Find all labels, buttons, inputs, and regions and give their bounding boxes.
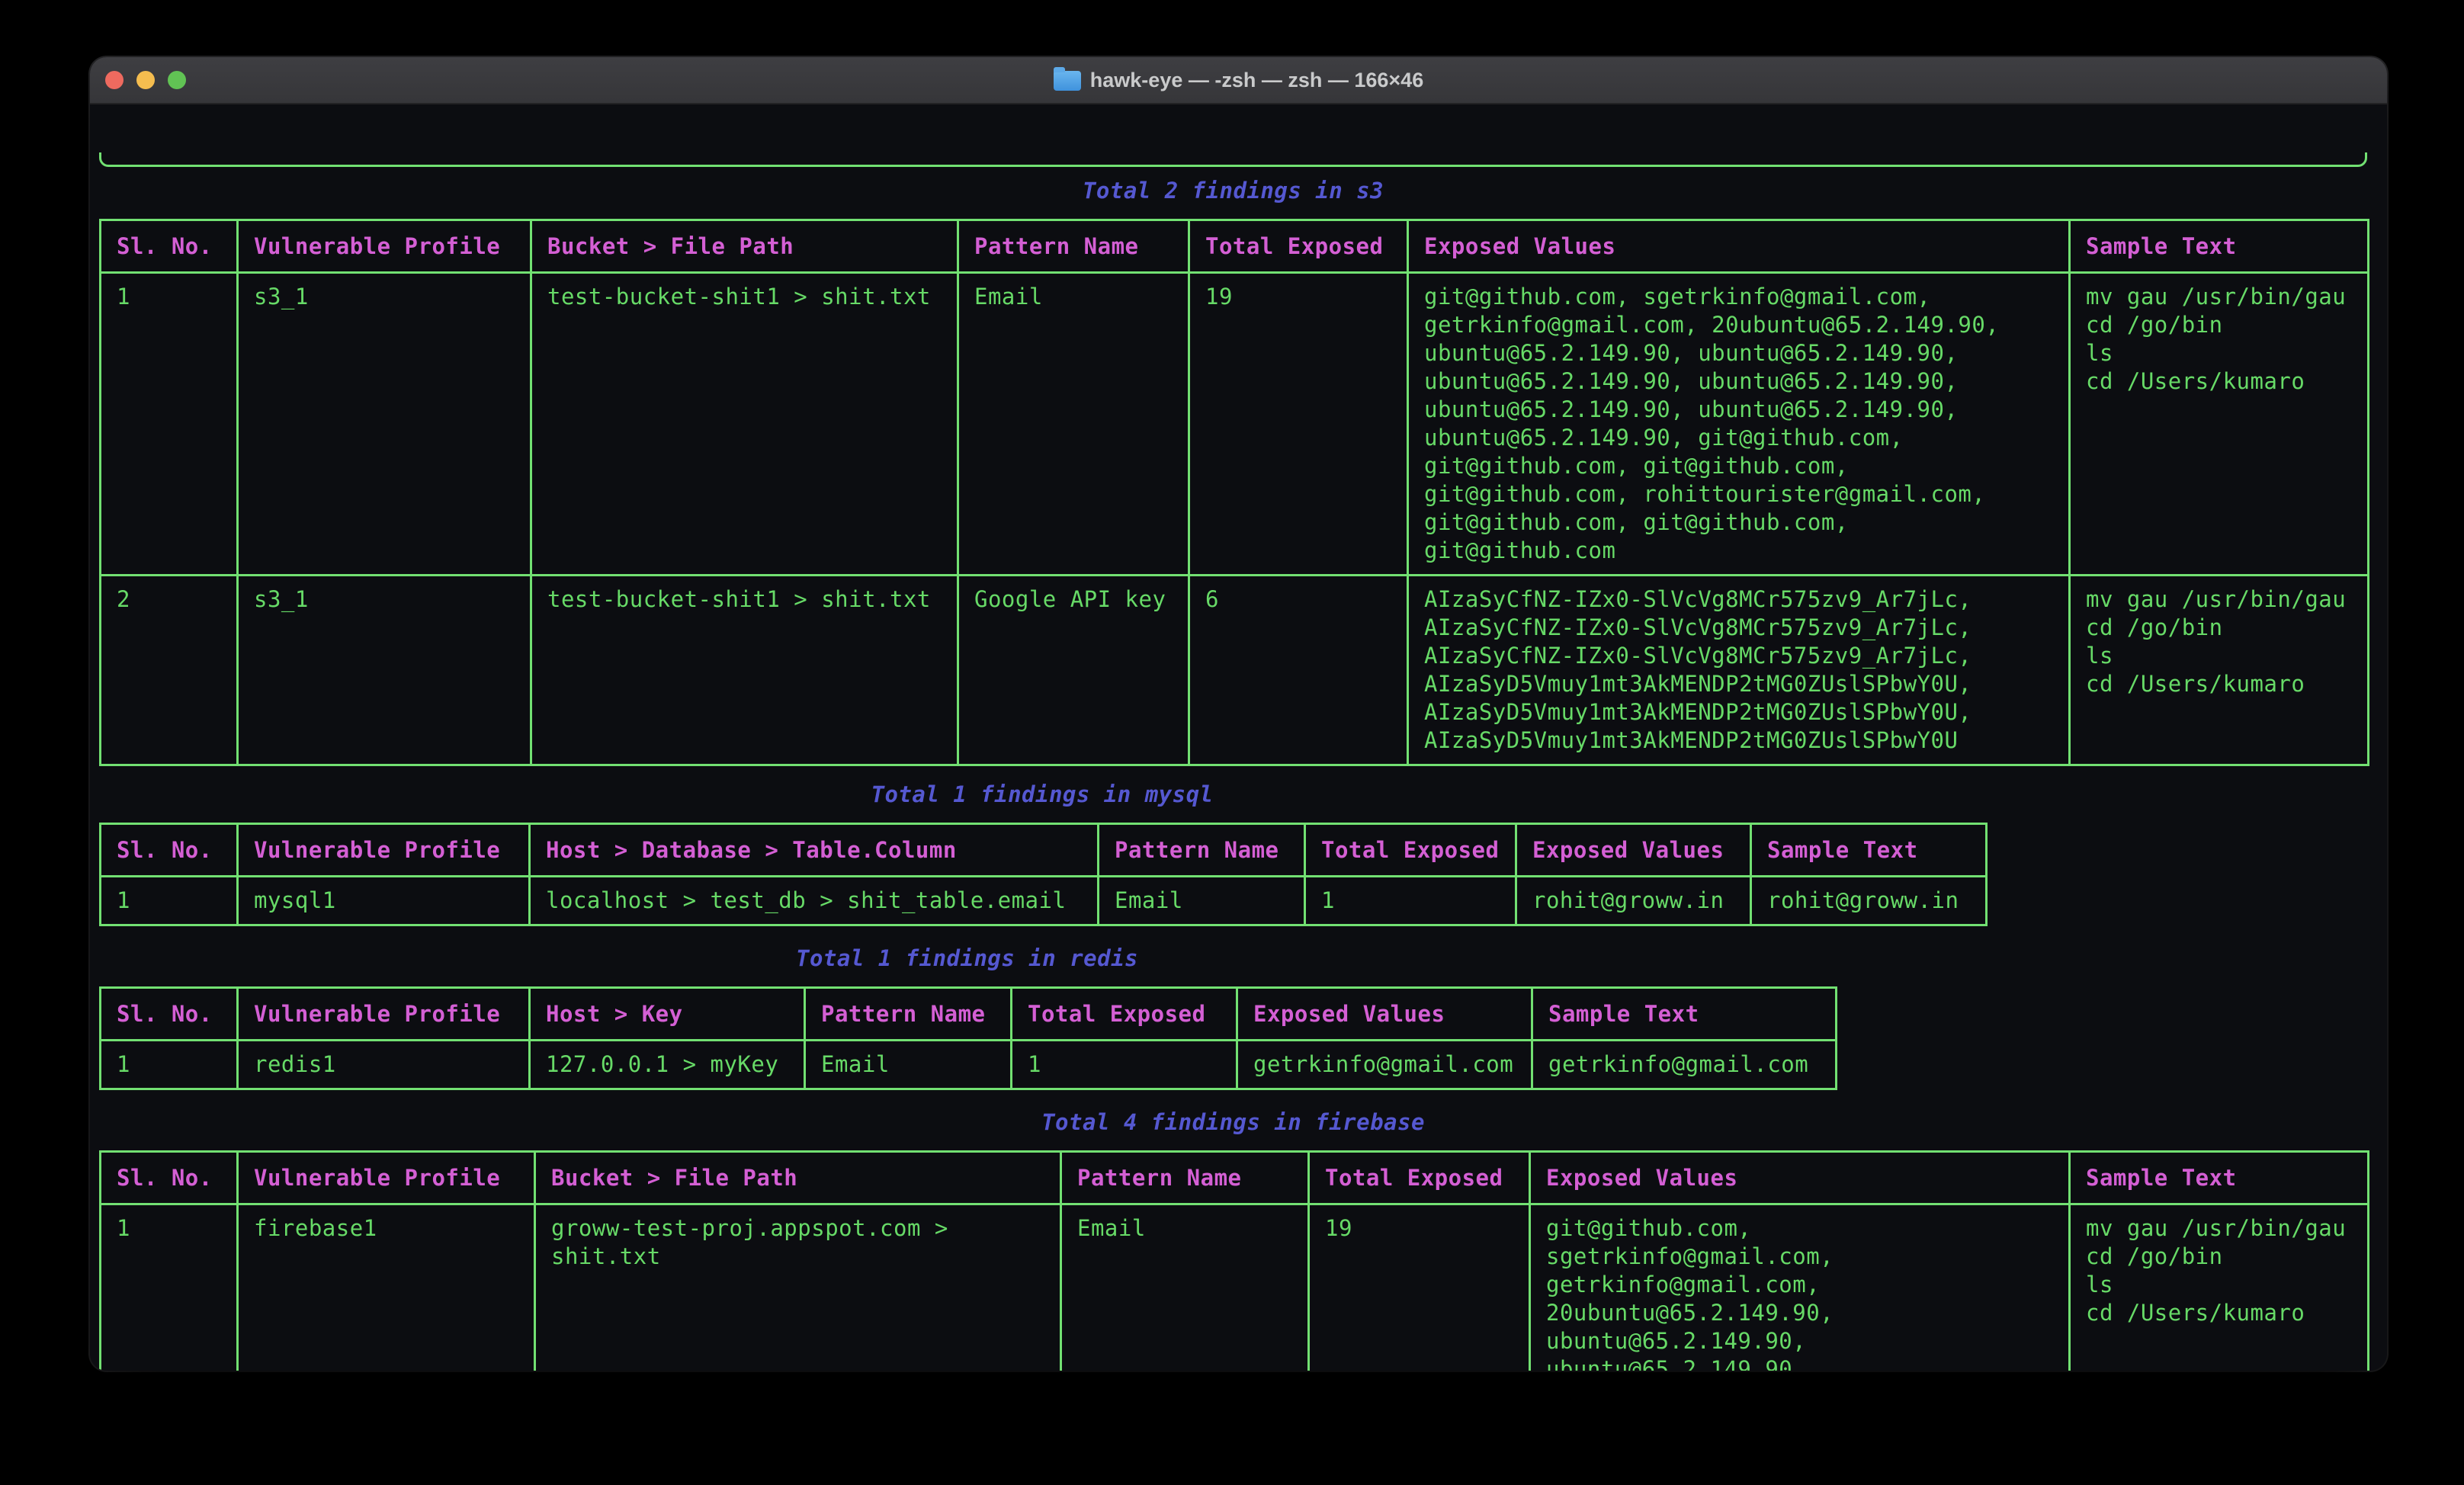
- section-mysql: Total 1 findings in mysql Sl. No.Vulnerab…: [99, 781, 1985, 926]
- table-cell: 1: [101, 877, 238, 925]
- maximize-button[interactable]: [168, 71, 186, 89]
- header-cell: Sl. No.: [101, 220, 238, 273]
- header-cell: Exposed Values: [1408, 220, 2070, 273]
- header-cell: Vulnerable Profile: [238, 1152, 535, 1204]
- table-cell: rohit@groww.in: [1751, 877, 1987, 925]
- header-cell: Vulnerable Profile: [238, 988, 530, 1041]
- header-cell: Bucket > File Path: [535, 1152, 1061, 1204]
- header-cell: Total Exposed: [1309, 1152, 1530, 1204]
- header-cell: Exposed Values: [1530, 1152, 2070, 1204]
- terminal-window: hawk-eye — -zsh — zsh — 166×46 Total 2 f…: [90, 57, 2387, 1371]
- table-cell: test-bucket-shit1 > shit.txt: [531, 273, 958, 576]
- findings-table-mysql: Sl. No.Vulnerable ProfileHost > Database…: [99, 823, 1988, 926]
- header-cell: Vulnerable Profile: [238, 824, 530, 877]
- traffic-lights: [105, 71, 186, 89]
- table-row: 1firebase1groww-test-proj.appspot.com >s…: [101, 1204, 2369, 1371]
- header-cell: Host > Database > Table.Column: [530, 824, 1099, 877]
- table-cell: Google API key: [958, 576, 1189, 765]
- table-cell: mv gau /usr/bin/gaucd /go/binlscd /Users…: [2070, 1204, 2369, 1371]
- table-cell: test-bucket-shit1 > shit.txt: [531, 576, 958, 765]
- table-cell: 19: [1189, 273, 1408, 576]
- previous-table-bottom-border: [99, 152, 2367, 167]
- section-s3: Total 2 findings in s3 Sl. No.Vulnerable …: [99, 177, 2367, 766]
- terminal-content[interactable]: Total 2 findings in s3Sl. No.Vulnerable …: [90, 104, 2387, 1371]
- findings-table-s3: Sl. No.Vulnerable ProfileBucket > File P…: [99, 219, 2369, 766]
- table-cell: 1: [1012, 1041, 1237, 1089]
- header-cell: Sample Text: [1532, 988, 1837, 1041]
- window-titlebar[interactable]: hawk-eye — -zsh — zsh — 166×46: [90, 57, 2387, 104]
- table-cell: Email: [1099, 877, 1305, 925]
- table-cell: mysql1: [238, 877, 530, 925]
- section-firebase: Total 4 findings in firebase Sl. No.Vulne…: [99, 1108, 2367, 1371]
- table-cell: mv gau /usr/bin/gaucd /go/binlscd /Users…: [2070, 273, 2369, 576]
- section-title-firebase: Total 4 findings in firebase: [99, 1108, 2367, 1137]
- table-cell: s3_1: [238, 273, 531, 576]
- folder-icon: [1054, 71, 1081, 91]
- header-cell: Sample Text: [1751, 824, 1987, 877]
- header-cell: Vulnerable Profile: [238, 220, 531, 273]
- header-cell: Sl. No.: [101, 988, 238, 1041]
- header-cell: Total Exposed: [1305, 824, 1516, 877]
- table-row: 1mysql1localhost > test_db > shit_table.…: [101, 877, 1987, 925]
- table-cell: Email: [805, 1041, 1012, 1089]
- section-title-s3: Total 2 findings in s3: [99, 177, 2367, 205]
- header-cell: Pattern Name: [1061, 1152, 1309, 1204]
- table-cell: mv gau /usr/bin/gaucd /go/binlscd /Users…: [2070, 576, 2369, 765]
- header-cell: Pattern Name: [958, 220, 1189, 273]
- table-cell: 2: [101, 576, 238, 765]
- table-row: 1redis1127.0.0.1 > myKeyEmail1getrkinfo@…: [101, 1041, 1837, 1089]
- minimize-button[interactable]: [136, 71, 155, 89]
- table-cell: getrkinfo@gmail.com: [1532, 1041, 1837, 1089]
- table-cell: 1: [101, 1041, 238, 1089]
- header-row: Sl. No.Vulnerable ProfileBucket > File P…: [101, 1152, 2369, 1204]
- table-cell: Email: [958, 273, 1189, 576]
- table-cell: 1: [1305, 877, 1516, 925]
- header-row: Sl. No.Vulnerable ProfileHost > KeyPatte…: [101, 988, 1837, 1041]
- close-button[interactable]: [105, 71, 124, 89]
- table-cell: localhost > test_db > shit_table.email: [530, 877, 1099, 925]
- section-redis: Total 1 findings in redis Sl. No.Vulnerab…: [99, 945, 1835, 1090]
- table-cell: s3_1: [238, 576, 531, 765]
- header-cell: Bucket > File Path: [531, 220, 958, 273]
- header-cell: Total Exposed: [1189, 220, 1408, 273]
- table-cell: getrkinfo@gmail.com: [1237, 1041, 1532, 1089]
- table-cell: AIzaSyCfNZ-IZx0-SlVcVg8MCr575zv9_Ar7jLc,…: [1408, 576, 2070, 765]
- table-cell: 127.0.0.1 > myKey: [530, 1041, 805, 1089]
- table-cell: Email: [1061, 1204, 1309, 1371]
- table-row: 1s3_1test-bucket-shit1 > shit.txtEmail19…: [101, 273, 2369, 576]
- table-cell: 1: [101, 1204, 238, 1371]
- header-cell: Host > Key: [530, 988, 805, 1041]
- window-title: hawk-eye — -zsh — zsh — 166×46: [1054, 69, 1423, 92]
- header-cell: Pattern Name: [1099, 824, 1305, 877]
- table-cell: 1: [101, 273, 238, 576]
- table-cell: 19: [1309, 1204, 1530, 1371]
- header-cell: Sample Text: [2070, 220, 2369, 273]
- header-cell: Sl. No.: [101, 1152, 238, 1204]
- header-row: Sl. No.Vulnerable ProfileBucket > File P…: [101, 220, 2369, 273]
- table-cell: git@github.com, sgetrkinfo@gmail.com,get…: [1408, 273, 2070, 576]
- table-row: 2s3_1test-bucket-shit1 > shit.txtGoogle …: [101, 576, 2369, 765]
- section-title-redis: Total 1 findings in redis: [99, 945, 1835, 973]
- header-cell: Exposed Values: [1516, 824, 1751, 877]
- table-cell: 6: [1189, 576, 1408, 765]
- table-cell: git@github.com,sgetrkinfo@gmail.com,getr…: [1530, 1204, 2070, 1371]
- table-cell: groww-test-proj.appspot.com >shit.txt: [535, 1204, 1061, 1371]
- header-cell: Sl. No.: [101, 824, 238, 877]
- findings-table-firebase: Sl. No.Vulnerable ProfileBucket > File P…: [99, 1150, 2369, 1371]
- header-cell: Total Exposed: [1012, 988, 1237, 1041]
- header-cell: Exposed Values: [1237, 988, 1532, 1041]
- table-cell: rohit@groww.in: [1516, 877, 1751, 925]
- findings-table-redis: Sl. No.Vulnerable ProfileHost > KeyPatte…: [99, 986, 1837, 1090]
- header-cell: Pattern Name: [805, 988, 1012, 1041]
- header-cell: Sample Text: [2070, 1152, 2369, 1204]
- section-title-mysql: Total 1 findings in mysql: [99, 781, 1985, 809]
- table-cell: firebase1: [238, 1204, 535, 1371]
- window-title-text: hawk-eye — -zsh — zsh — 166×46: [1090, 69, 1423, 92]
- table-cell: redis1: [238, 1041, 530, 1089]
- header-row: Sl. No.Vulnerable ProfileHost > Database…: [101, 824, 1987, 877]
